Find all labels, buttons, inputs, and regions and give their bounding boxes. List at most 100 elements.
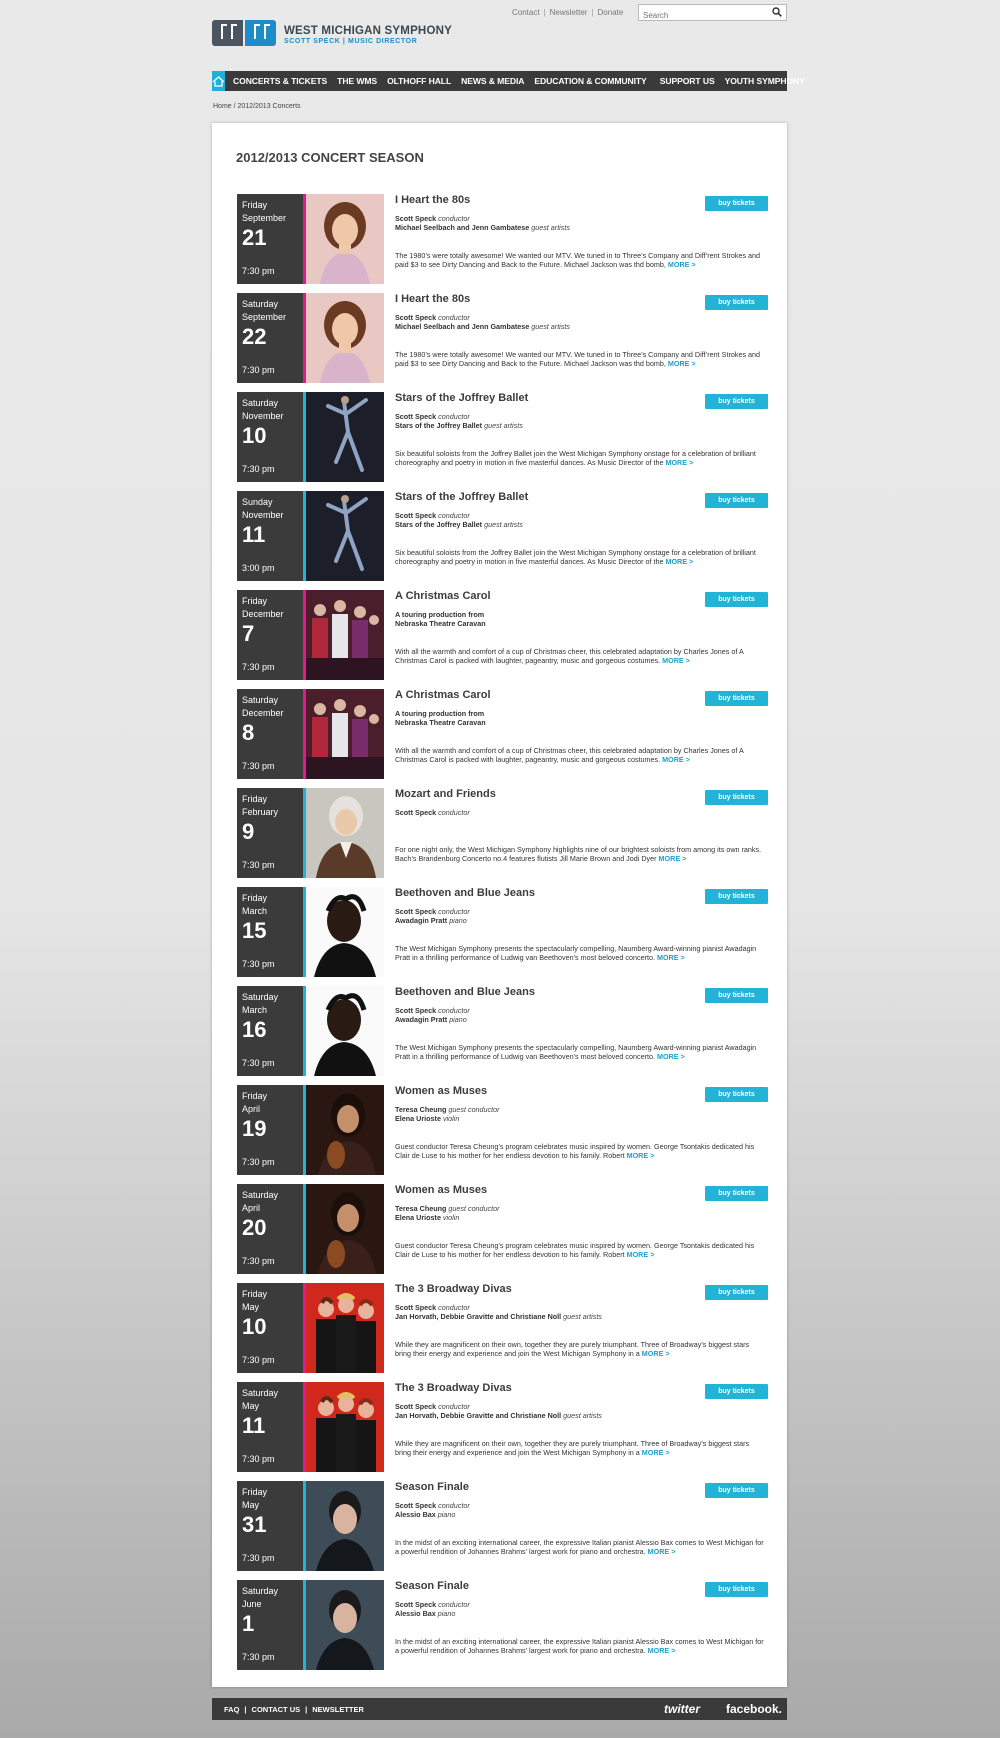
credit-line: Teresa Cheung guest conductor [395, 1105, 500, 1114]
search-icon[interactable] [772, 7, 782, 17]
event-photo[interactable] [306, 986, 384, 1076]
nav-youth-symphony[interactable]: YOUTH SYMPHONY [725, 76, 805, 86]
event-title[interactable]: Season Finale [395, 1481, 469, 1493]
credit-role: conductor [438, 1006, 470, 1015]
event-title[interactable]: Women as Muses [395, 1184, 487, 1196]
event-photo[interactable] [306, 491, 384, 581]
buy-tickets-button[interactable]: buy tickets [705, 1582, 768, 1597]
event-day: 9 [242, 819, 255, 844]
event-title[interactable]: The 3 Broadway Divas [395, 1382, 512, 1394]
newsletter-link[interactable]: Newsletter [550, 8, 588, 17]
credit-line: Scott Speck conductor [395, 907, 470, 916]
more-link[interactable]: MORE > [668, 359, 696, 368]
event-description: For one night only, the West Michigan Sy… [395, 845, 765, 863]
nav-olthoff-hall[interactable]: OLTHOFF HALL [387, 76, 451, 86]
more-link[interactable]: MORE > [662, 656, 690, 665]
event-title[interactable]: Stars of the Joffrey Ballet [395, 491, 528, 503]
donate-link[interactable]: Donate [598, 8, 624, 17]
footer-bar: FAQ | CONTACT US | NEWSLETTER twitter facebo… [212, 1698, 787, 1720]
more-link[interactable]: MORE > [648, 1547, 676, 1556]
event-date: Saturday April 20 7:30 pm [237, 1184, 303, 1274]
more-link[interactable]: MORE > [648, 1646, 676, 1655]
event-photo[interactable] [306, 788, 384, 878]
buy-tickets-button[interactable]: buy tickets [705, 196, 768, 211]
event-title[interactable]: The 3 Broadway Divas [395, 1283, 512, 1295]
more-link[interactable]: MORE > [642, 1448, 670, 1457]
contact-link[interactable]: Contact [512, 8, 540, 17]
event-time: 7:30 pm [242, 266, 275, 276]
event-title[interactable]: Women as Muses [395, 1085, 487, 1097]
credit-name: Scott Speck [395, 1501, 437, 1510]
more-link[interactable]: MORE > [665, 557, 693, 566]
event-title[interactable]: I Heart the 80s [395, 194, 470, 206]
event-title[interactable]: I Heart the 80s [395, 293, 470, 305]
more-link[interactable]: MORE > [662, 755, 690, 764]
event-photo[interactable] [306, 1085, 384, 1175]
buy-tickets-button[interactable]: buy tickets [705, 1087, 768, 1102]
more-link[interactable]: MORE > [657, 1052, 685, 1061]
event-photo[interactable] [306, 1580, 384, 1670]
event-title[interactable]: Season Finale [395, 1580, 469, 1592]
event-title[interactable]: Beethoven and Blue Jeans [395, 887, 535, 899]
credit-role: piano [437, 1510, 456, 1519]
buy-tickets-button[interactable]: buy tickets [705, 889, 768, 904]
footer-faq-link[interactable]: FAQ [224, 1705, 239, 1714]
more-link[interactable]: MORE > [665, 458, 693, 467]
home-icon[interactable] [212, 71, 225, 91]
credit-name: Scott Speck [395, 808, 437, 817]
credit-name: Michael Seelbach and Jenn Gambatese [395, 223, 530, 232]
breadcrumb[interactable]: Home / 2012/2013 Concerts [213, 103, 301, 110]
buy-tickets-button[interactable]: buy tickets [705, 295, 768, 310]
more-link[interactable]: MORE > [627, 1151, 655, 1160]
event-title[interactable]: A Christmas Carol [395, 590, 491, 602]
more-link[interactable]: MORE > [657, 953, 685, 962]
more-link[interactable]: MORE > [659, 854, 687, 863]
event-photo[interactable] [306, 590, 384, 680]
buy-tickets-button[interactable]: buy tickets [705, 1285, 768, 1300]
buy-tickets-button[interactable]: buy tickets [705, 493, 768, 508]
nav-the-wms[interactable]: THE WMS [337, 76, 377, 86]
buy-tickets-button[interactable]: buy tickets [705, 988, 768, 1003]
buy-tickets-button[interactable]: buy tickets [705, 691, 768, 706]
nav-news-media[interactable]: NEWS & MEDIA [461, 76, 524, 86]
search-input[interactable] [639, 8, 764, 23]
buy-tickets-button[interactable]: buy tickets [705, 790, 768, 805]
more-link[interactable]: MORE > [642, 1349, 670, 1358]
buy-tickets-button[interactable]: buy tickets [705, 394, 768, 409]
buy-tickets-button[interactable]: buy tickets [705, 1483, 768, 1498]
nav-education-community[interactable]: EDUCATION & COMMUNITY [534, 76, 646, 86]
event-description: With all the warmth and comfort of a cup… [395, 647, 765, 665]
event-description-text: Six beautiful soloists from the Joffrey … [395, 449, 756, 467]
event-photo[interactable] [306, 1481, 384, 1571]
more-link[interactable]: MORE > [627, 1250, 655, 1259]
twitter-icon[interactable]: twitter [664, 1702, 700, 1716]
event-photo[interactable] [306, 194, 384, 284]
more-link[interactable]: MORE > [668, 260, 696, 269]
buy-tickets-button[interactable]: buy tickets [705, 1384, 768, 1399]
event-title[interactable]: Mozart and Friends [395, 788, 496, 800]
nav-concerts-tickets[interactable]: CONCERTS & TICKETS [233, 76, 327, 86]
event-photo[interactable] [306, 887, 384, 977]
footer-newsletter-link[interactable]: NEWSLETTER [312, 1705, 364, 1714]
credit-line: Nebraska Theatre Caravan [395, 619, 486, 628]
event-row: Saturday April 20 7:30 pm Women as Muses Tere… [237, 1184, 768, 1283]
nav-support-us[interactable]: SUPPORT US [660, 76, 715, 86]
event-title[interactable]: Beethoven and Blue Jeans [395, 986, 535, 998]
event-time: 7:30 pm [242, 662, 275, 672]
event-photo[interactable] [306, 293, 384, 383]
event-photo[interactable] [306, 1184, 384, 1274]
event-weekday: Friday [242, 596, 268, 606]
event-photo[interactable] [306, 392, 384, 482]
site-logo[interactable]: WEST MICHIGAN SYMPHONY SCOTT SPECK | MUS… [212, 20, 472, 48]
event-photo[interactable] [306, 1283, 384, 1373]
event-description-text: In the midst of an exciting internationa… [395, 1637, 764, 1655]
footer-contact-link[interactable]: CONTACT US [252, 1705, 301, 1714]
facebook-icon[interactable]: facebook. [726, 1702, 782, 1716]
event-photo[interactable] [306, 1382, 384, 1472]
event-photo[interactable] [306, 689, 384, 779]
buy-tickets-button[interactable]: buy tickets [705, 1186, 768, 1201]
event-title[interactable]: Stars of the Joffrey Ballet [395, 392, 528, 404]
buy-tickets-button[interactable]: buy tickets [705, 592, 768, 607]
event-title[interactable]: A Christmas Carol [395, 689, 491, 701]
event-date: Friday May 10 7:30 pm [237, 1283, 303, 1373]
